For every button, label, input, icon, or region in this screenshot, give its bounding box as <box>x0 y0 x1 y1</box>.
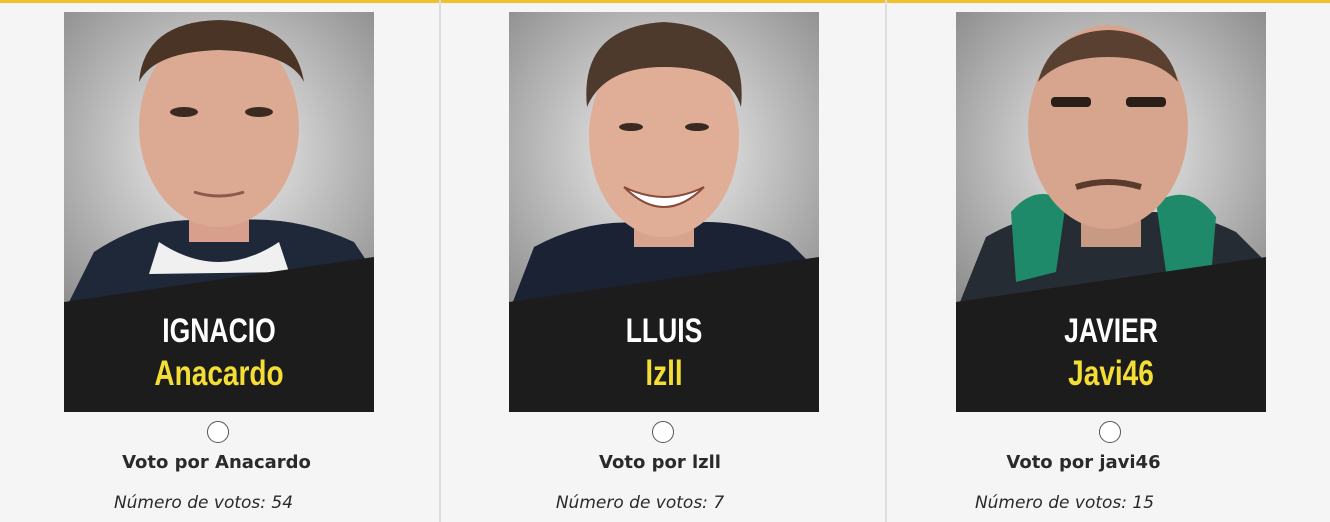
vote-radio[interactable] <box>1099 421 1121 443</box>
candidate-name: IGNACIO <box>162 312 276 350</box>
vote-label[interactable]: Voto por lzll <box>438 452 882 473</box>
candidate-card-3: JAVIER Javi46 Voto por javi46 Número de … <box>887 0 1330 522</box>
card-name-band <box>956 12 1266 412</box>
candidate-name: JAVIER <box>1064 312 1158 350</box>
card-name-band <box>509 12 819 412</box>
candidate-card-2: LLUIS lzll Voto por lzll Número de votos… <box>441 0 887 522</box>
card-name-band <box>64 12 374 412</box>
candidate-name: LLUIS <box>625 312 703 350</box>
vote-count: Número de votos: 7 <box>555 493 725 513</box>
candidate-nickname: Javi46 <box>1068 354 1154 393</box>
candidate-nickname: Anacardo <box>154 354 284 393</box>
vote-label[interactable]: Voto por Anacardo <box>0 452 436 473</box>
candidate-photo-card: JAVIER Javi46 <box>956 12 1266 412</box>
candidates-grid: IGNACIO Anacardo Voto por Anacardo Númer… <box>0 0 1330 522</box>
candidate-photo-card: LLUIS lzll <box>509 12 819 412</box>
vote-count: Número de votos: 15 <box>974 493 1155 513</box>
candidate-card-1: IGNACIO Anacardo Voto por Anacardo Númer… <box>0 0 441 522</box>
vote-radio[interactable] <box>652 421 674 443</box>
vote-label[interactable]: Voto por javi46 <box>862 452 1305 473</box>
vote-radio[interactable] <box>207 421 229 443</box>
candidate-nickname: lzll <box>645 354 683 393</box>
vote-count: Número de votos: 54 <box>113 493 294 513</box>
candidate-photo-card: IGNACIO Anacardo <box>64 12 374 412</box>
